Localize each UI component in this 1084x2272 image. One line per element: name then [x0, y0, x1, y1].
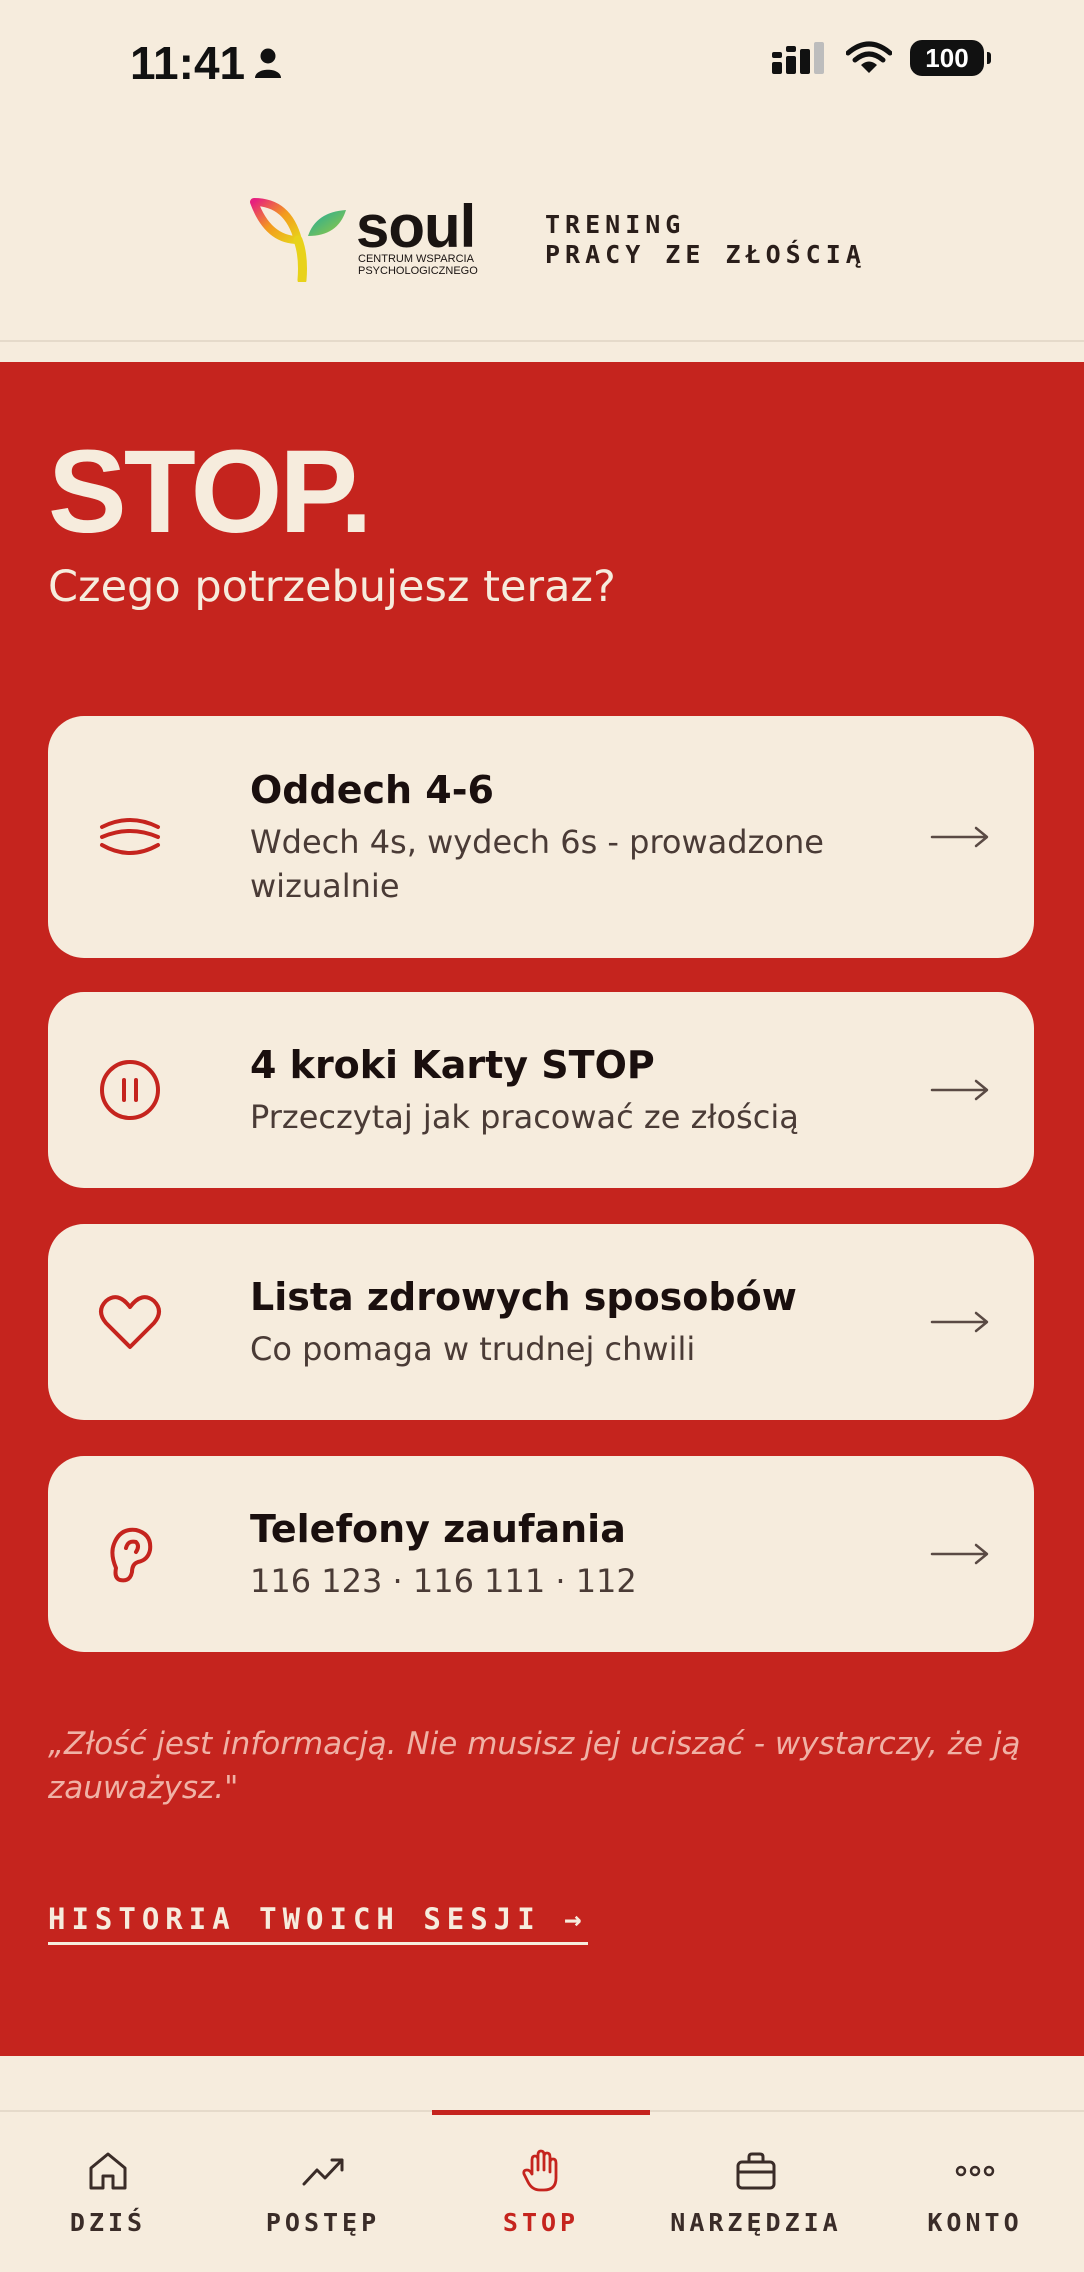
tab-today[interactable]: DZIŚ	[36, 2112, 180, 2272]
tab-label: NARZĘDZIA	[670, 2208, 842, 2237]
card-description: 116 123 · 116 111 · 112	[250, 1562, 637, 1600]
tab-label: POSTĘP	[265, 2208, 381, 2237]
sprout-logo-icon	[250, 198, 346, 282]
card-description: Wdech 4s, wydech 6s - prowadzone wizualn…	[250, 823, 824, 905]
history-link[interactable]: HISTORIA TWOICH SESJI →	[48, 1902, 588, 1945]
toolbox-icon	[736, 2152, 776, 2190]
tab-label: STOP	[502, 2208, 580, 2237]
arrow-right-icon	[930, 826, 989, 848]
page-subtitle: Czego potrzebujesz teraz?	[48, 562, 616, 612]
arrow-right-icon	[930, 1079, 989, 1101]
heart-icon	[98, 1290, 162, 1354]
card-breathing[interactable]: Oddech 4-6 Wdech 4s, wydech 6s - prowadz…	[48, 716, 1034, 958]
tab-label: DZIŚ	[69, 2208, 147, 2237]
tab-progress[interactable]: POSTĘP	[248, 2112, 398, 2272]
status-time: 11:41	[130, 36, 283, 90]
card-healthy-ways[interactable]: Lista zdrowych sposobów Co pomaga w trud…	[48, 1224, 1034, 1420]
card-stop-steps[interactable]: 4 kroki Karty STOP Przeczytaj jak pracow…	[48, 992, 1034, 1188]
battery-level: 100	[925, 42, 969, 73]
battery-indicator: 100	[910, 40, 991, 76]
ear-icon	[98, 1522, 162, 1586]
logo-subtitle-2: PSYCHOLOGICZNEGO	[358, 265, 478, 277]
quote-text: „Złość jest informacją. Nie musisz jej u…	[48, 1726, 1021, 1806]
app-tagline: TRENING PRACY ZE ZŁOŚCIĄ	[545, 210, 866, 270]
bottom-tab-bar: DZIŚ POSTĘP STOP NARZĘDZIA KONTO	[0, 2110, 1084, 2270]
app-header: soul CENTRUM WSPARCIA PSYCHOLOGICZNEGO T…	[0, 120, 1084, 342]
more-dots-icon	[955, 2165, 995, 2177]
tab-stop[interactable]: STOP	[432, 2110, 650, 2272]
card-texts: Telefony zaufania 116 123 · 116 111 · 11…	[250, 1505, 914, 1603]
tab-tools[interactable]: NARZĘDZIA	[670, 2112, 842, 2272]
wind-icon	[98, 805, 162, 869]
person-icon	[255, 48, 282, 78]
logo-subtitle-1: CENTRUM WSPARCIA	[358, 253, 474, 265]
trend-up-icon	[302, 2158, 344, 2186]
cellular-signal-icon	[772, 42, 824, 74]
logo-title: soul	[356, 193, 476, 260]
tab-label: KONTO	[927, 2208, 1023, 2237]
card-texts: Lista zdrowych sposobów Co pomaga w trud…	[250, 1273, 914, 1371]
page-title: STOP.	[48, 426, 373, 558]
logo-wordmark: soul CENTRUM WSPARCIA PSYCHOLOGICZNEGO	[356, 193, 478, 278]
tab-account[interactable]: KONTO	[920, 2112, 1030, 2272]
pause-icon	[98, 1058, 162, 1122]
stop-panel: STOP. Czego potrzebujesz teraz? Oddech 4…	[0, 362, 1084, 2056]
arrow-right-icon	[930, 1543, 989, 1565]
card-title: Lista zdrowych sposobów	[250, 1275, 797, 1319]
card-description: Przeczytaj jak pracować ze złością	[250, 1098, 799, 1136]
status-right: 100	[772, 40, 991, 76]
card-title: Telefony zaufania	[250, 1507, 626, 1551]
arrow-right-icon	[930, 1311, 989, 1333]
card-title: 4 kroki Karty STOP	[250, 1043, 655, 1087]
hand-icon	[522, 2149, 558, 2192]
tagline-line-1: TRENING	[545, 210, 686, 239]
wifi-icon	[846, 41, 892, 73]
card-title: Oddech 4-6	[250, 768, 494, 812]
home-icon	[89, 2152, 127, 2190]
soul-logo: soul CENTRUM WSPARCIA PSYCHOLOGICZNEGO	[250, 196, 478, 282]
card-texts: Oddech 4-6 Wdech 4s, wydech 6s - prowadz…	[250, 766, 914, 908]
status-bar: 11:41 100	[0, 0, 1084, 120]
tagline-line-2: PRACY ZE ZŁOŚCIĄ	[545, 240, 866, 269]
status-time-text: 11:41	[130, 37, 246, 89]
card-texts: 4 kroki Karty STOP Przeczytaj jak pracow…	[250, 1041, 914, 1139]
card-description: Co pomaga w trudnej chwili	[250, 1330, 696, 1368]
card-helplines[interactable]: Telefony zaufania 116 123 · 116 111 · 11…	[48, 1456, 1034, 1652]
